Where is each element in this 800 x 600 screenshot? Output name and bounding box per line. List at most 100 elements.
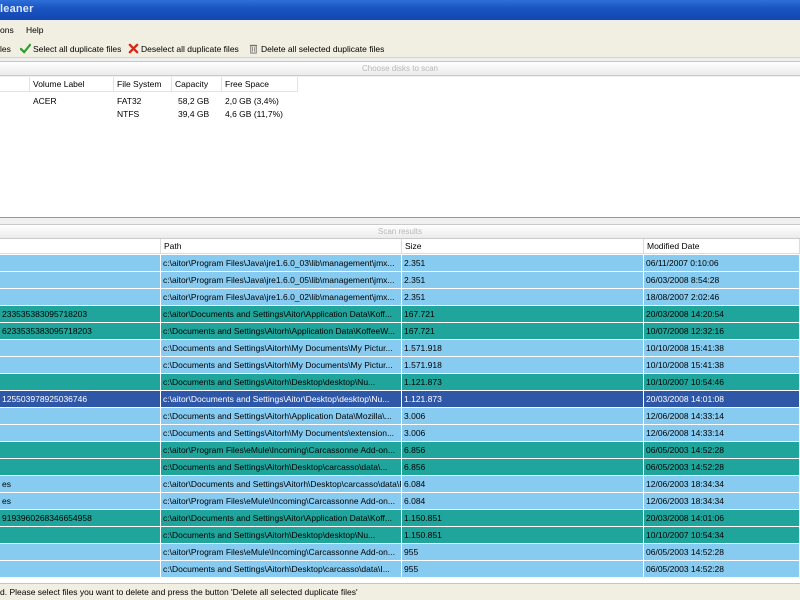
result-row[interactable]: es c:\aitor\Program Files\eMule\Incoming\… — [0, 493, 800, 510]
trash-icon — [249, 44, 258, 54]
result-path: c:\aitor\Program Files\eMule\Incoming\Ca… — [161, 442, 402, 458]
result-size: 6.856 — [402, 459, 644, 475]
result-row[interactable]: es c:\aitor\Documents and Settings\Aitorh… — [0, 476, 800, 493]
result-size: 6.084 — [402, 493, 644, 509]
result-size: 2.351 — [402, 255, 644, 271]
result-size: 167.721 — [402, 306, 644, 322]
window-title: leaner — [0, 3, 34, 15]
results-col-path[interactable]: Path — [161, 239, 402, 254]
result-path: c:\Documents and Settings\Aitorh\My Docu… — [161, 357, 402, 373]
title-bar[interactable]: leaner — [0, 0, 800, 20]
results-col-name[interactable] — [0, 239, 161, 254]
result-size: 3.006 — [402, 408, 644, 424]
result-file-name — [0, 442, 161, 458]
status-bar: d. Please select files you want to delet… — [0, 583, 800, 600]
disk-col-volume-label[interactable]: Volume Label — [30, 77, 114, 92]
results-col-modified-date[interactable]: Modified Date — [644, 239, 800, 254]
scan-files-button[interactable]: les — [0, 42, 11, 55]
result-size: 1.121.873 — [402, 374, 644, 390]
result-file-name: es — [0, 493, 161, 509]
result-row[interactable]: c:\Documents and Settings\Aitorh\My Docu… — [0, 340, 800, 357]
result-path: c:\Documents and Settings\Aitorh\Applica… — [161, 408, 402, 424]
result-size: 3.006 — [402, 425, 644, 441]
result-file-name — [0, 425, 161, 441]
disk-col-drive[interactable] — [0, 77, 30, 92]
result-file-name: 233535383095718203 — [0, 306, 161, 322]
result-size: 167.721 — [402, 323, 644, 339]
disk-col-free-space[interactable]: Free Space — [222, 77, 298, 92]
scan-files-label: les — [0, 43, 11, 54]
scan-results-list[interactable]: Path Size Modified Date c:\aitor\Program… — [0, 239, 800, 583]
result-row[interactable]: 6233535383095718203 c:\Documents and Sett… — [0, 323, 800, 340]
result-modified-date: 20/03/2008 14:01:08 — [644, 391, 800, 407]
result-path: c:\Documents and Settings\Aitorh\My Docu… — [161, 340, 402, 356]
result-modified-date: 12/06/2003 18:34:34 — [644, 476, 800, 492]
menu-options[interactable]: ons — [0, 25, 14, 35]
delete-selected-duplicates-button[interactable]: Delete all selected duplicate files — [248, 42, 384, 55]
result-row[interactable]: c:\aitor\Program Files\eMule\Incoming\Ca… — [0, 544, 800, 561]
result-path: c:\aitor\Documents and Settings\Aitorh\D… — [161, 476, 402, 492]
result-size: 1.121.873 — [402, 391, 644, 407]
deselect-all-label: Deselect all duplicate files — [141, 43, 239, 54]
result-modified-date: 12/06/2008 14:33:14 — [644, 425, 800, 441]
result-file-name: 919396026834665495​8 — [0, 510, 161, 526]
disk-capacity: 58,2 GB — [178, 96, 210, 106]
result-row[interactable]: 919396026834665495​8 c:\aitor\Documents a… — [0, 510, 800, 527]
result-modified-date: 12/06/2008 14:33:14 — [644, 408, 800, 424]
result-size: 2.351 — [402, 272, 644, 288]
menu-help[interactable]: Help — [26, 25, 43, 35]
result-row[interactable]: c:\Documents and Settings\Aitorh\Desktop… — [0, 527, 800, 544]
results-col-size[interactable]: Size — [402, 239, 644, 254]
delete-selected-label: Delete all selected duplicate files — [261, 43, 385, 54]
result-file-name: 6233535383095718203 — [0, 323, 161, 339]
menu-bar: ons Help — [0, 21, 800, 38]
result-modified-date: 06/11/2007 0:10:06 — [644, 255, 800, 271]
deselect-all-duplicates-button[interactable]: Deselect all duplicate files — [128, 42, 239, 55]
result-row[interactable]: c:\Documents and Settings\Aitorh\Applica… — [0, 408, 800, 425]
result-path: c:\aitor\Program Files\Java\jre1.6.0_03\… — [161, 255, 402, 271]
disk-list[interactable]: Volume Label File System Capacity Free S… — [0, 77, 800, 218]
result-modified-date: 10/07/2008 12:32:16 — [644, 323, 800, 339]
choose-disks-header: Choose disks to scan — [0, 61, 800, 76]
result-modified-date: 06/05/2003 14:52:28 — [644, 459, 800, 475]
result-modified-date: 10/10/2007 10:54:46 — [644, 374, 800, 390]
result-path: c:\Documents and Settings\Aitorh\Desktop… — [161, 374, 402, 390]
result-path: c:\aitor\Documents and Settings\Aitor\Ap… — [161, 510, 402, 526]
result-row[interactable]: c:\Documents and Settings\Aitorh\My Docu… — [0, 357, 800, 374]
result-file-name — [0, 374, 161, 390]
select-all-duplicates-button[interactable]: Select all duplicate files — [20, 42, 121, 55]
result-size: 1.150.851 — [402, 510, 644, 526]
result-size: 1.571.918 — [402, 340, 644, 356]
toolbar: les Select all duplicate files Deselect … — [0, 38, 800, 58]
disk-col-file-system[interactable]: File System — [114, 77, 172, 92]
result-file-name — [0, 340, 161, 356]
result-row[interactable]: c:\aitor\Program Files\Java\jre1.6.0_03\… — [0, 255, 800, 272]
result-path: c:\aitor\Program Files\eMule\Incoming\Ca… — [161, 493, 402, 509]
result-modified-date: 12/06/2003 18:34:34 — [644, 493, 800, 509]
result-path: c:\Documents and Settings\Aitorh\Desktop… — [161, 527, 402, 543]
result-path: c:\aitor\Program Files\Java\jre1.6.0_02\… — [161, 289, 402, 305]
result-size: 955 — [402, 544, 644, 560]
result-row[interactable]: 233535383095718203 c:\aitor\Documents and… — [0, 306, 800, 323]
result-path: c:\Documents and Settings\Aitorh\Desktop… — [161, 459, 402, 475]
result-row[interactable]: c:\Documents and Settings\Aitorh\Desktop… — [0, 459, 800, 476]
result-row[interactable]: 125503978925036746 c:\aitor\Documents and… — [0, 391, 800, 408]
result-path: c:\aitor\Documents and Settings\Aitor\De… — [161, 391, 402, 407]
result-row[interactable]: c:\Documents and Settings\Aitorh\My Docu… — [0, 425, 800, 442]
result-row[interactable]: c:\aitor\Program Files\eMule\Incoming\Ca… — [0, 442, 800, 459]
result-file-name — [0, 544, 161, 560]
disk-file-system: FAT32 — [117, 96, 142, 106]
scan-results-header: Scan results — [0, 224, 800, 239]
result-path: c:\aitor\Program Files\Java\jre1.6.0_05\… — [161, 272, 402, 288]
result-size: 6.856 — [402, 442, 644, 458]
disk-col-capacity[interactable]: Capacity — [172, 77, 222, 92]
result-row[interactable]: c:\Documents and Settings\Aitorh\Desktop… — [0, 374, 800, 391]
result-file-name — [0, 459, 161, 475]
result-file-name — [0, 357, 161, 373]
result-row[interactable]: c:\aitor\Program Files\Java\jre1.6.0_02\… — [0, 289, 800, 306]
result-file-name — [0, 527, 161, 543]
result-size: 2.351 — [402, 289, 644, 305]
result-modified-date: 10/10/2007 10:54:34 — [644, 527, 800, 543]
result-row[interactable]: c:\Documents and Settings\Aitorh\Desktop… — [0, 561, 800, 578]
result-row[interactable]: c:\aitor\Program Files\Java\jre1.6.0_05\… — [0, 272, 800, 289]
